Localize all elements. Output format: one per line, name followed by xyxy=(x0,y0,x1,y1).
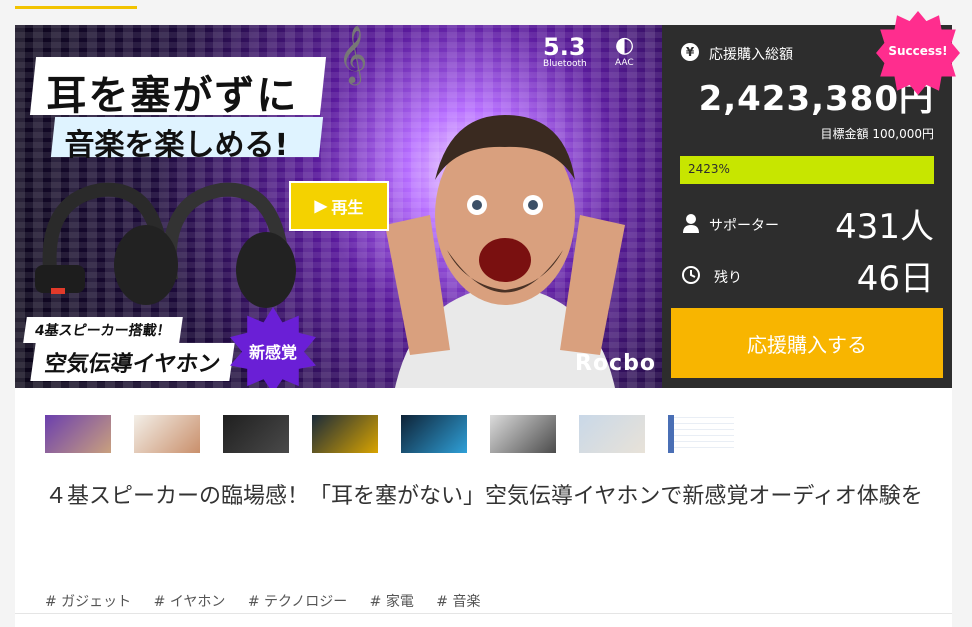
headline-line1-box: 耳を塞がずに xyxy=(29,57,327,119)
speaker-badge: 4基スピーカー搭載！ xyxy=(23,317,183,343)
brand-logo: Rocbo xyxy=(575,351,656,376)
music-note-icon: 𝄞 xyxy=(338,25,368,83)
headline-line2-box: 音楽を楽しめる! xyxy=(50,117,324,163)
play-video-button[interactable]: ▶ 再生 xyxy=(289,181,389,231)
tag-technology[interactable]: # テクノロジー xyxy=(248,591,347,611)
hero-image[interactable]: 耳を塞がずに 音楽を楽しめる! 𝄞 5.3 Bluetooth ◐ AAC 4基スピ… xyxy=(15,25,662,388)
bluetooth-badge: 5.3 Bluetooth xyxy=(543,33,587,69)
thumbnail-8[interactable] xyxy=(668,415,734,453)
new-badge-label: 新感覚 xyxy=(248,343,297,362)
supporters-count: 431人 xyxy=(835,207,934,247)
project-title: ４基スピーカーの臨場感！「耳を塞がない」空気伝導イヤホンで新感覚オーディオ体験を xyxy=(45,484,923,509)
tag-appliance[interactable]: # 家電 xyxy=(370,591,414,611)
headline-line1: 耳を塞がずに xyxy=(46,73,299,119)
success-badge-label: Success! xyxy=(888,44,948,58)
thumbnail-2[interactable] xyxy=(134,415,200,453)
tag-music[interactable]: # 音楽 xyxy=(436,591,480,611)
project-card: 耳を塞がずに 音楽を楽しめる! 𝄞 5.3 Bluetooth ◐ AAC 4基スピ… xyxy=(15,11,960,627)
thumbnail-4[interactable] xyxy=(312,415,378,453)
person-illustration xyxy=(385,115,625,388)
tag-earphone[interactable]: # イヤホン xyxy=(154,591,226,611)
top-bar xyxy=(0,0,972,10)
progress-text: 2423% xyxy=(688,162,730,176)
aac-badge: ◐ AAC xyxy=(615,33,634,68)
thumbnail-3[interactable] xyxy=(223,415,289,453)
play-button-label: 再生 xyxy=(331,200,364,217)
tag-list: # ガジェット # イヤホン # テクノロジー # 家電 # 音楽 xyxy=(45,591,498,611)
thumbnail-7[interactable] xyxy=(579,415,645,453)
progress-bar: 2423% xyxy=(680,156,934,184)
tag-gadget[interactable]: # ガジェット xyxy=(45,591,131,611)
aac-icon: ◐ xyxy=(615,33,635,58)
target-amount: 目標金額 100,000円 xyxy=(820,127,934,141)
codec-label: AAC xyxy=(615,58,634,68)
person-icon xyxy=(683,214,699,233)
supporters-label: サポーター xyxy=(709,218,779,234)
remaining-days: 46日 xyxy=(856,259,934,299)
bluetooth-version: 5.3 xyxy=(543,33,586,61)
divider xyxy=(15,613,952,614)
bluetooth-label: Bluetooth xyxy=(543,59,587,69)
thumbnail-6[interactable] xyxy=(490,415,556,453)
active-tab-indicator xyxy=(15,6,137,9)
thumbnail-5[interactable] xyxy=(401,415,467,453)
funding-sidebar: ¥ 応援購入総額 2,423,380円 目標金額 100,000円 2423% … xyxy=(662,11,960,388)
product-name-banner: 空気伝導イヤホン xyxy=(30,343,236,381)
thumbnail-1[interactable] xyxy=(45,415,111,453)
remaining-label: 残り xyxy=(714,270,742,286)
total-label: 応援購入総額 xyxy=(709,47,793,63)
headline-line2: 音楽を楽しめる! xyxy=(64,128,289,163)
play-icon: ▶ xyxy=(314,198,332,215)
earphones-illustration xyxy=(35,182,296,308)
support-purchase-button[interactable]: 応援購入する xyxy=(671,308,943,378)
clock-icon xyxy=(682,266,700,284)
yen-icon: ¥ xyxy=(681,43,699,61)
